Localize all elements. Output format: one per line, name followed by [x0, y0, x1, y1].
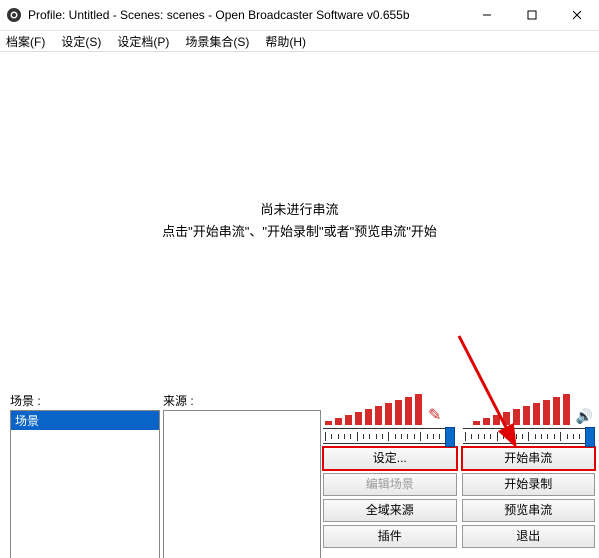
speaker-icon[interactable]: 🔊	[576, 408, 593, 425]
desktop-audio-meter: 🔊	[473, 394, 593, 425]
controls-panel: ✎ 🔊	[321, 391, 599, 558]
menubar: 档案(F) 设定(S) 设定档(P) 场景集合(S) 帮助(H)	[0, 31, 599, 51]
start-streaming-button[interactable]: 开始串流	[462, 447, 596, 470]
window-title: Profile: Untitled - Scenes: scenes - Ope…	[28, 8, 464, 22]
sources-listbox[interactable]	[163, 410, 321, 558]
menu-profiles[interactable]: 设定档(P)	[115, 32, 171, 51]
mic-icon[interactable]: ✎	[428, 405, 441, 425]
edit-scene-button[interactable]: 编辑场景	[323, 473, 457, 496]
list-item[interactable]: 场景	[11, 411, 159, 430]
exit-button[interactable]: 退出	[462, 525, 596, 548]
scenes-label: 场景 :	[10, 391, 160, 410]
menu-scene-collections[interactable]: 场景集合(S)	[183, 32, 251, 51]
maximize-button[interactable]	[509, 0, 554, 30]
preview-line-2: 点击"开始串流"、"开始录制"或者"预览串流"开始	[162, 221, 437, 243]
desktop-volume-slider[interactable]	[463, 428, 595, 444]
start-recording-button[interactable]: 开始录制	[462, 473, 596, 496]
menu-file[interactable]: 档案(F)	[4, 32, 47, 51]
sources-label: 来源 :	[163, 391, 321, 410]
app-icon	[6, 7, 22, 23]
sources-panel: 来源 :	[163, 391, 321, 558]
global-sources-button[interactable]: 全域来源	[323, 499, 457, 522]
bottom-dock: 场景 : 场景 来源 :	[0, 390, 599, 558]
menu-help[interactable]: 帮助(H)	[263, 32, 308, 51]
window-controls	[464, 0, 599, 30]
preview-placeholder: 尚未进行串流 点击"开始串流"、"开始录制"或者"预览串流"开始	[162, 199, 437, 243]
titlebar: Profile: Untitled - Scenes: scenes - Ope…	[0, 0, 599, 31]
mic-volume-slider[interactable]	[323, 428, 455, 444]
menu-settings[interactable]: 设定(S)	[59, 32, 103, 51]
volume-sliders	[323, 428, 595, 444]
settings-button[interactable]: 设定...	[323, 447, 457, 470]
button-grid: 设定... 开始串流 编辑场景 开始录制 全域来源 预览串流 插件 退出	[323, 447, 595, 558]
audio-meters: ✎ 🔊	[323, 391, 595, 425]
scenes-panel: 场景 : 场景	[10, 391, 160, 558]
minimize-button[interactable]	[464, 0, 509, 30]
preview-area: 尚未进行串流 点击"开始串流"、"开始录制"或者"预览串流"开始	[0, 51, 599, 390]
preview-line-1: 尚未进行串流	[162, 199, 437, 221]
plugins-button[interactable]: 插件	[323, 525, 457, 548]
close-button[interactable]	[554, 0, 599, 30]
scenes-listbox[interactable]: 场景	[10, 410, 160, 558]
preview-stream-button[interactable]: 预览串流	[462, 499, 596, 522]
mic-meter: ✎	[325, 394, 441, 425]
